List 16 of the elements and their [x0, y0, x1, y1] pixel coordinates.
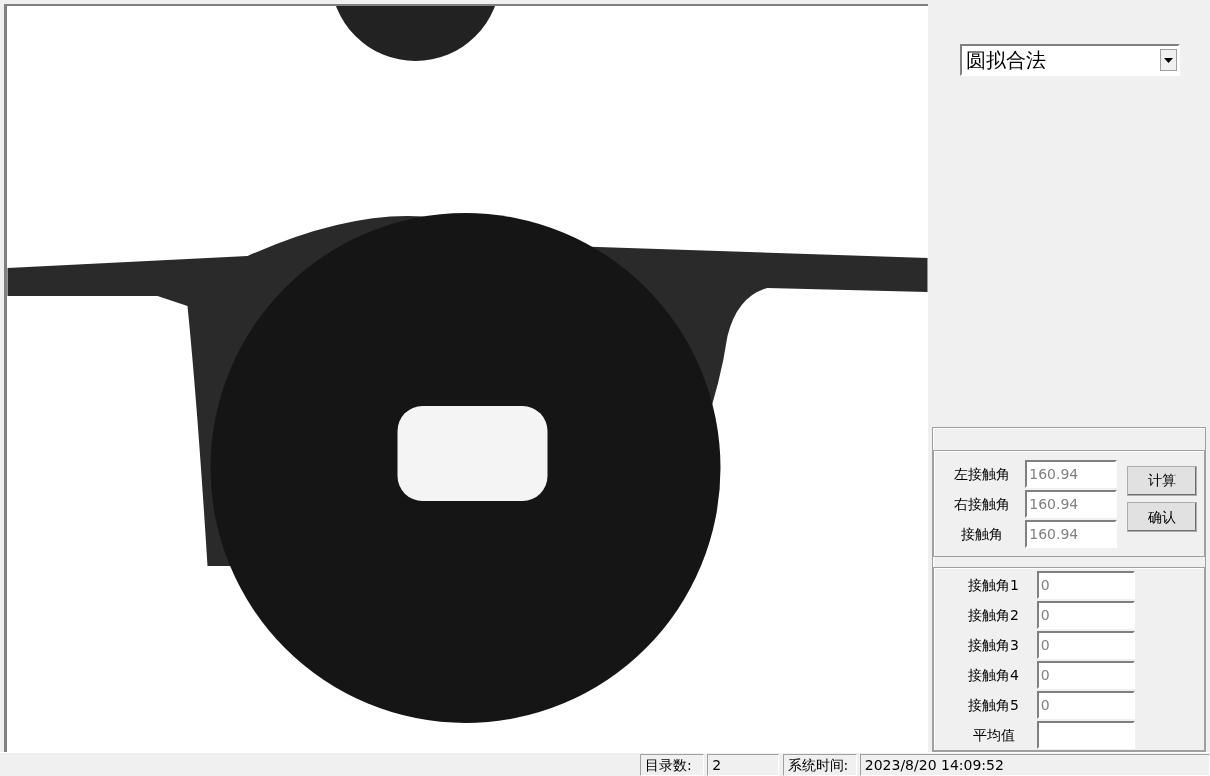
- record-label: 接触角1: [967, 575, 1020, 595]
- angle-label: 右接触角: [953, 494, 1011, 514]
- time-value: 2023/8/20 14:09:52: [859, 753, 1210, 776]
- record-label: 接触角4: [967, 665, 1020, 685]
- method-dropdown[interactable]: 圆拟合法: [960, 44, 1180, 76]
- angle-label: 接触角: [960, 524, 1004, 544]
- record-label: 接触角3: [967, 635, 1020, 655]
- count-label: 目录数:: [640, 753, 704, 776]
- count-value: 2: [707, 753, 780, 776]
- confirm-button[interactable]: 确认: [1127, 502, 1198, 532]
- calculate-button[interactable]: 计算: [1127, 465, 1198, 496]
- record-label: 平均值: [971, 725, 1016, 745]
- angle-label: 左接触角: [953, 464, 1011, 484]
- record-label: 接触角5: [967, 695, 1020, 715]
- record-label: 接触角2: [967, 605, 1020, 625]
- time-label: 系统时间:: [782, 753, 857, 776]
